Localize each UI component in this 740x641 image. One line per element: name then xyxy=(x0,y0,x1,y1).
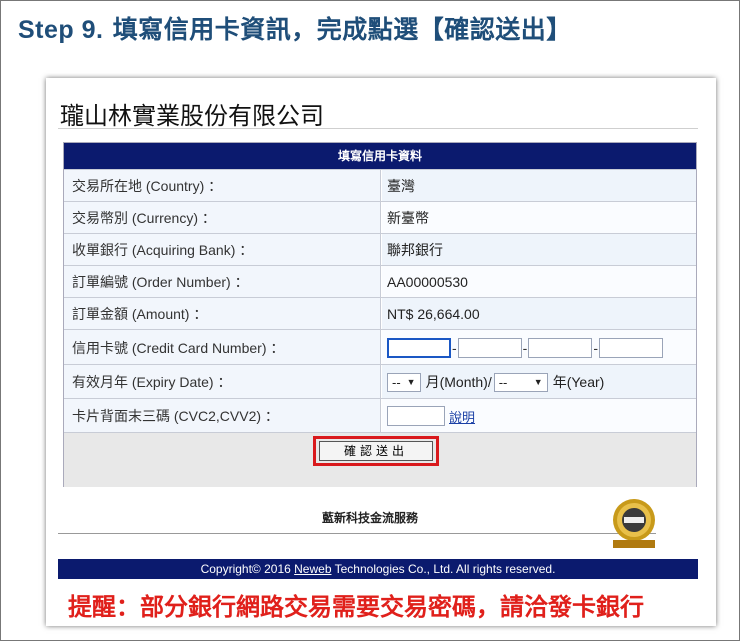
credit-card-form: 填寫信用卡資料 交易所在地 (Country) ： 臺灣 交易幣別 (Curre… xyxy=(63,142,697,487)
country-label: 交易所在地 (Country) ： xyxy=(64,170,381,202)
cvc-label: 卡片背面末三碼 (CVC2,CVV2) ： xyxy=(64,399,381,433)
row-country: 交易所在地 (Country) ： 臺灣 xyxy=(64,169,696,202)
security-seal-icon xyxy=(613,499,655,548)
form-title: 填寫信用卡資料 xyxy=(64,143,696,169)
card-number-input-4[interactable] xyxy=(599,337,664,358)
card-number-input-2[interactable] xyxy=(457,337,522,358)
reminder-note: 提醒：部分銀行網路交易需要交易密碼，請洽發卡銀行 xyxy=(68,593,644,621)
step-heading: Step 9. 填寫信用卡資訊，完成點選【確認送出】 xyxy=(18,10,572,46)
step-text: 填寫信用卡資訊，完成點選【確認送出】 xyxy=(112,15,572,44)
currency-value: 新臺幣 xyxy=(382,202,696,234)
row-expiry: 有效月年 (Expiry Date) ： -- ▼ 月(Month)/ -- ▼… xyxy=(64,364,696,399)
divider xyxy=(58,533,656,534)
cvc-fields: 說明 xyxy=(382,399,696,433)
neweb-link[interactable]: Neweb xyxy=(294,562,331,576)
row-order: 訂單編號 (Order Number) ： AA00000530 xyxy=(64,265,696,298)
copyright-bar: Copyright© 2016 Neweb Technologies Co., … xyxy=(58,559,698,579)
card-number-fields: - - - xyxy=(382,330,696,365)
currency-label: 交易幣別 (Currency) ： xyxy=(64,202,381,234)
order-value: AA00000530 xyxy=(382,266,696,298)
bank-value: 聯邦銀行 xyxy=(382,234,696,266)
expiry-month-value: -- xyxy=(392,374,401,390)
amount-label: 訂單金額 (Amount) ： xyxy=(64,298,381,330)
order-label: 訂單編號 (Order Number) ： xyxy=(64,266,381,298)
country-value: 臺灣 xyxy=(382,170,696,202)
copyright-suffix: Technologies Co., Ltd. All rights reserv… xyxy=(331,562,556,576)
row-currency: 交易幣別 (Currency) ： 新臺幣 xyxy=(64,201,696,234)
row-amount: 訂單金額 (Amount) ： NT$ 26,664.00 xyxy=(64,297,696,330)
expiry-fields: -- ▼ 月(Month)/ -- ▼ 年(Year) xyxy=(382,365,696,399)
card-separator: - xyxy=(593,339,599,356)
service-provider: 藍新科技金流服務 xyxy=(322,511,419,525)
cvc-help-link[interactable]: 說明 xyxy=(449,407,475,426)
copyright-prefix: Copyright© 2016 xyxy=(200,562,295,576)
divider xyxy=(58,128,698,129)
card-number-input-3[interactable] xyxy=(528,337,593,358)
expiry-year-select[interactable]: -- ▼ xyxy=(493,372,548,392)
dropdown-arrow-icon: ▼ xyxy=(406,377,416,387)
card-number-label: 信用卡號 (Credit Card Number) ： xyxy=(64,330,381,365)
card-separator: - xyxy=(522,339,528,356)
card-number-input-1[interactable] xyxy=(387,337,451,358)
row-cvc: 卡片背面末三碼 (CVC2,CVV2) ： 說明 xyxy=(64,398,696,433)
month-unit: 月(Month)/ xyxy=(425,374,492,390)
expiry-month-select[interactable]: -- ▼ xyxy=(387,372,421,392)
cvc-input[interactable] xyxy=(387,406,445,426)
row-card-number: 信用卡號 (Credit Card Number) ： - - - xyxy=(64,329,696,365)
expiry-year-value: -- xyxy=(498,374,508,390)
merchant-name: 瓏山林實業股份有限公司 xyxy=(60,102,324,130)
expiry-label: 有效月年 (Expiry Date) ： xyxy=(64,365,381,399)
bank-label: 收單銀行 (Acquiring Bank) ： xyxy=(64,234,381,266)
row-bank: 收單銀行 (Acquiring Bank) ： 聯邦銀行 xyxy=(64,233,696,266)
year-unit: 年(Year) xyxy=(552,374,605,390)
amount-value: NT$ 26,664.00 xyxy=(382,298,696,330)
dropdown-arrow-icon: ▼ xyxy=(533,377,543,387)
card-separator: - xyxy=(452,339,457,356)
step-number: Step 9. xyxy=(18,16,104,44)
submit-area: 確認送出 xyxy=(64,432,696,487)
confirm-submit-button[interactable]: 確認送出 xyxy=(319,441,433,461)
